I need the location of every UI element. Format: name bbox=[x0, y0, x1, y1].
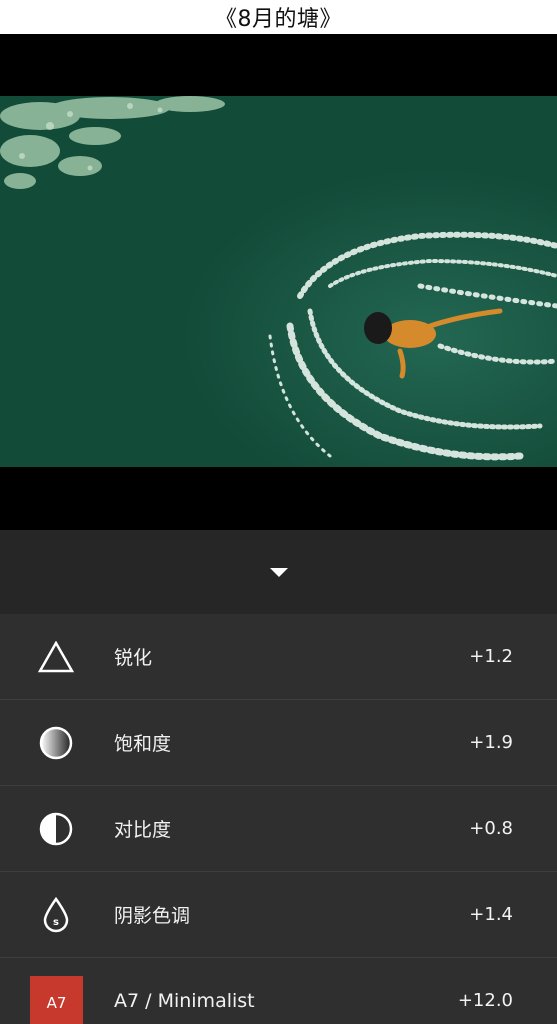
adjust-row-contrast[interactable]: 对比度 +0.8 bbox=[0, 786, 557, 872]
editor-screen: 《8月的塘》 锐化 +1.2 饱和度 +1.9 对比度 +0.8 s 阴影色调 … bbox=[0, 0, 557, 1024]
preset-row[interactable]: A7 A7 / Minimalist +12.0 bbox=[0, 958, 557, 1024]
photo-viewer bbox=[0, 34, 557, 530]
collapse-panel-button[interactable] bbox=[0, 530, 557, 614]
adjust-value: +0.8 bbox=[469, 818, 513, 839]
adjust-label: 对比度 bbox=[114, 819, 172, 841]
page-title: 《8月的塘》 bbox=[215, 7, 342, 32]
preset-thumbnail: A7 bbox=[30, 976, 83, 1024]
adjust-value: +1.4 bbox=[469, 904, 513, 925]
saturation-gradient-circle-icon bbox=[38, 725, 74, 761]
adjustment-panel: 锐化 +1.2 饱和度 +1.9 对比度 +0.8 s 阴影色调 +1.4 A7… bbox=[0, 530, 557, 1024]
adjust-value: +1.2 bbox=[469, 646, 513, 667]
adjust-row-shadow-tint[interactable]: s 阴影色调 +1.4 bbox=[0, 872, 557, 958]
adjust-label: 饱和度 bbox=[114, 733, 172, 755]
adjust-row-sharpen[interactable]: 锐化 +1.2 bbox=[0, 614, 557, 700]
adjust-row-saturation[interactable]: 饱和度 +1.9 bbox=[0, 700, 557, 786]
sharpen-triangle-icon bbox=[38, 639, 74, 675]
title-bar: 《8月的塘》 bbox=[0, 0, 557, 34]
pond-photo bbox=[0, 96, 557, 467]
photo-preview[interactable] bbox=[0, 96, 557, 467]
svg-text:s: s bbox=[53, 917, 59, 928]
adjust-label: 阴影色调 bbox=[114, 905, 191, 927]
preset-label: A7 / Minimalist bbox=[114, 989, 255, 1012]
adjust-label: 锐化 bbox=[114, 647, 153, 669]
contrast-half-circle-icon bbox=[38, 811, 74, 847]
chevron-down-icon bbox=[269, 567, 288, 577]
shadow-tint-drop-icon: s bbox=[38, 896, 74, 933]
preset-value: +12.0 bbox=[457, 990, 513, 1011]
adjust-value: +1.9 bbox=[469, 732, 513, 753]
